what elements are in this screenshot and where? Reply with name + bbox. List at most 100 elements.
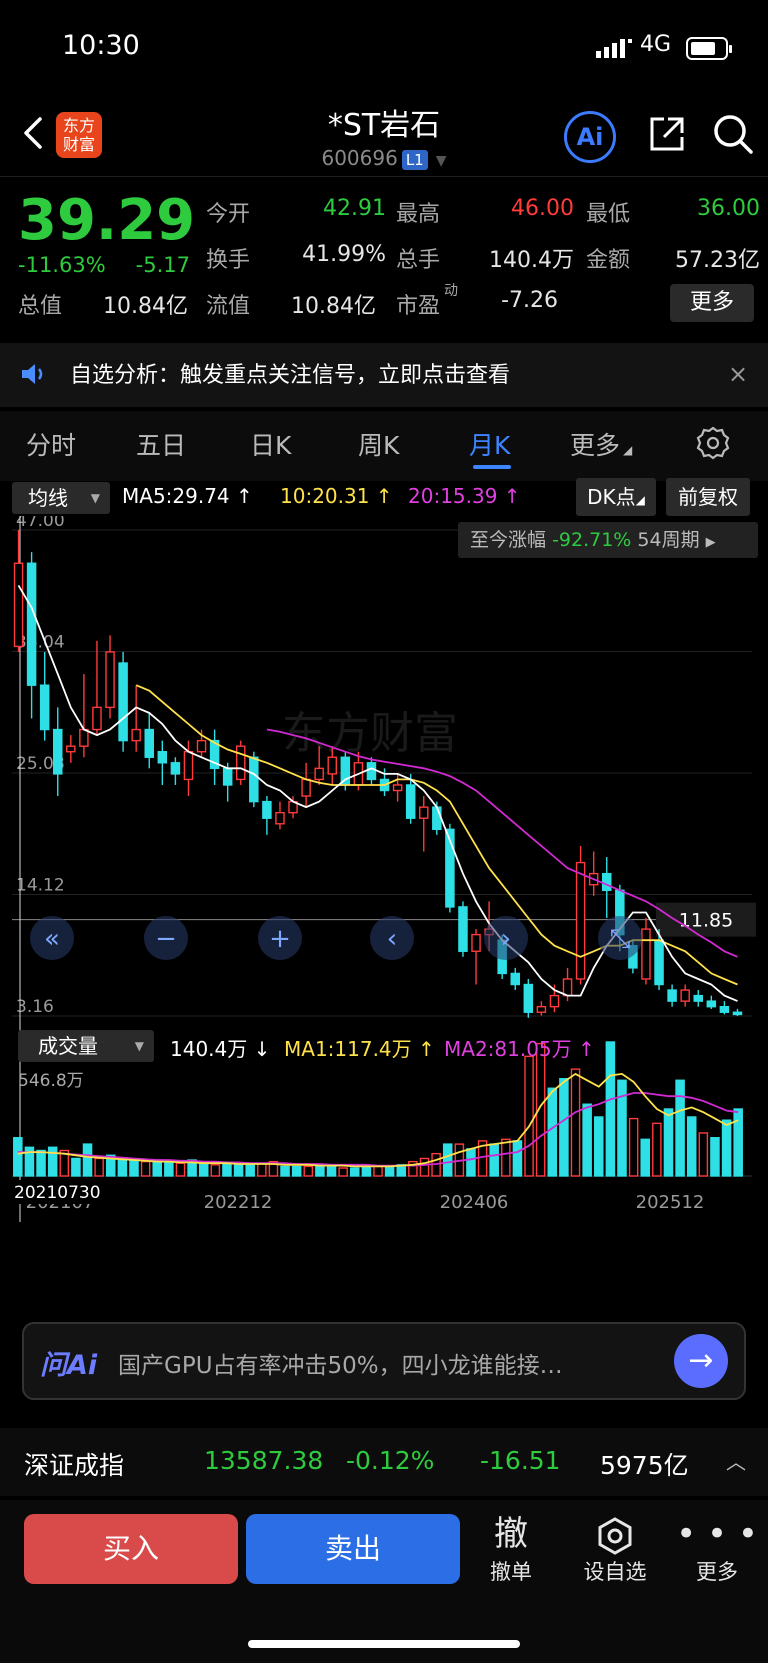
arrow-right-icon[interactable]: → bbox=[674, 1334, 728, 1388]
candle-up bbox=[196, 739, 207, 753]
volume-bar-down bbox=[605, 1041, 616, 1177]
quote-label: 金额 bbox=[586, 248, 631, 273]
since-gain-box[interactable]: 至今涨幅 -92.71% 54周期 ▶ bbox=[458, 522, 758, 558]
volume-bar-up bbox=[698, 1132, 709, 1177]
volume-bar-down bbox=[245, 1164, 255, 1177]
volume-bar-down bbox=[663, 1108, 674, 1177]
volume-selector-label: 成交量 bbox=[38, 1034, 98, 1058]
quote-value: 46.00 bbox=[511, 196, 574, 221]
volume-bar-down bbox=[640, 1138, 651, 1177]
cancel-order-button[interactable]: 撤 撤单 bbox=[466, 1512, 556, 1586]
tab-daily[interactable]: 日K bbox=[250, 426, 291, 462]
sell-button[interactable]: 卖出 bbox=[246, 1514, 460, 1584]
index-name: 深证成指 bbox=[24, 1451, 125, 1480]
chevron-right-icon: ▶ bbox=[705, 535, 716, 550]
volume-bar-down bbox=[733, 1108, 743, 1177]
period-count: 54周期 bbox=[637, 529, 700, 551]
ai-question-text[interactable]: 国产GPU占有率冲击50%，四小龙谁能接… bbox=[118, 1346, 563, 1380]
watchlist-icon bbox=[570, 1512, 660, 1556]
candle-down bbox=[732, 1011, 743, 1016]
quote-value: 140.4万 bbox=[489, 248, 574, 273]
change-amount: -5.17 bbox=[135, 253, 190, 277]
ma-selector-label: 均线 bbox=[28, 486, 68, 510]
candle-down bbox=[405, 784, 416, 819]
candle-down bbox=[144, 728, 155, 758]
volume-bar-down bbox=[164, 1160, 174, 1177]
share-icon[interactable] bbox=[646, 113, 688, 155]
ma20-label: 20:15.39 bbox=[408, 484, 498, 508]
chart-control-icon: ‹ bbox=[387, 924, 397, 954]
volume-ma1: MA1:117.4万 ↑ bbox=[284, 1037, 435, 1061]
volume-bar-down bbox=[547, 1087, 558, 1177]
dk-button[interactable]: DK点◢ bbox=[576, 478, 656, 516]
volume-bar-up bbox=[419, 1157, 430, 1177]
ai-ask-logo: 问Ai bbox=[40, 1350, 98, 1381]
volume-selector[interactable]: 成交量 ▼ bbox=[18, 1030, 154, 1062]
ma20-value: 20:15.39 ↑ bbox=[408, 484, 521, 508]
volume-bar-down bbox=[686, 1116, 697, 1177]
volume-ma1-label: MA1:117.4万 bbox=[284, 1037, 412, 1061]
tab-intraday[interactable]: 分时 bbox=[26, 426, 76, 462]
quote-label: 总值 bbox=[18, 294, 63, 319]
cancel-label: 撤单 bbox=[490, 1560, 532, 1584]
search-icon[interactable] bbox=[712, 113, 754, 155]
quote-value: 41.99% bbox=[302, 242, 386, 267]
ai-button[interactable]: Ai bbox=[564, 111, 616, 163]
volume-bar-down bbox=[233, 1164, 244, 1177]
quote-value: -7.26 bbox=[501, 288, 558, 313]
candle-up bbox=[392, 784, 403, 792]
tab-more-label: 更多 bbox=[570, 431, 621, 460]
candle-down bbox=[510, 972, 521, 986]
x-tick-label: 202512 bbox=[636, 1192, 705, 1213]
close-icon[interactable]: × bbox=[728, 360, 748, 388]
tab-monthly[interactable]: 月K bbox=[469, 426, 510, 462]
candle-down bbox=[157, 751, 168, 764]
quote-value: 57.23亿 bbox=[675, 248, 760, 273]
quote-label: 换手 bbox=[206, 248, 251, 273]
ma-selector[interactable]: 均线 ▼ bbox=[12, 482, 110, 514]
more-menu-button[interactable]: • • • 更多 bbox=[672, 1512, 762, 1586]
volume-bar-up bbox=[501, 1138, 511, 1177]
candle-down bbox=[523, 983, 534, 1013]
ma10-value: 10:20.31 ↑ bbox=[280, 484, 393, 508]
volume-bar-up bbox=[257, 1162, 267, 1177]
volume-bar-up bbox=[210, 1164, 221, 1177]
quote-label-sup: 动 bbox=[444, 283, 458, 299]
volume-bar-up bbox=[175, 1162, 186, 1177]
kline-chart[interactable]: 47.0036.0425.0814.123.16东方财富11.85« − + ‹ › ⤡2… bbox=[0, 516, 768, 1276]
tab-more[interactable]: 更多 ◢ bbox=[570, 426, 632, 462]
chart-control-icon: « bbox=[44, 924, 60, 954]
home-indicator[interactable] bbox=[248, 1640, 520, 1648]
candle-up bbox=[92, 706, 102, 731]
dk-label: DK点 bbox=[587, 485, 636, 509]
candle-up bbox=[549, 994, 560, 1008]
candle-up bbox=[418, 806, 429, 819]
volume-bar-down bbox=[721, 1119, 732, 1177]
volume-bar-up bbox=[338, 1167, 348, 1177]
candle-up bbox=[562, 978, 573, 997]
notice-text[interactable]: 自选分析：触发重点关注信号，立即点击查看 bbox=[70, 357, 510, 389]
caret-down-icon: ▼ bbox=[134, 1039, 144, 1053]
adjust-button[interactable]: 前复权 bbox=[666, 478, 750, 516]
candle-up bbox=[13, 562, 24, 648]
corner-caret-icon: ◢ bbox=[623, 443, 633, 457]
tab-five-day[interactable]: 五日 bbox=[136, 426, 186, 462]
index-percent: -0.12% bbox=[346, 1446, 435, 1475]
tab-weekly[interactable]: 周K bbox=[358, 426, 399, 462]
volume-bar-down bbox=[349, 1167, 360, 1177]
volume-bar-down bbox=[582, 1103, 592, 1177]
candle-up bbox=[66, 745, 76, 753]
more-quote-button[interactable]: 更多 bbox=[670, 284, 754, 322]
status-bar: 10:30 4G bbox=[0, 0, 768, 95]
add-watchlist-button[interactable]: 设自选 bbox=[570, 1512, 660, 1586]
chevron-up-icon[interactable]: ︿ bbox=[726, 1446, 746, 1475]
buy-button[interactable]: 买入 bbox=[24, 1514, 238, 1584]
quote-label: 今开 bbox=[206, 202, 251, 227]
chart-control-icon: › bbox=[501, 924, 511, 954]
quote-value: 42.91 bbox=[323, 196, 386, 221]
candle-down bbox=[262, 800, 272, 819]
candle-down bbox=[26, 562, 37, 686]
settings-icon[interactable] bbox=[696, 426, 730, 460]
volume-bar-down bbox=[593, 1116, 604, 1177]
volume-bar-down bbox=[559, 1077, 569, 1177]
